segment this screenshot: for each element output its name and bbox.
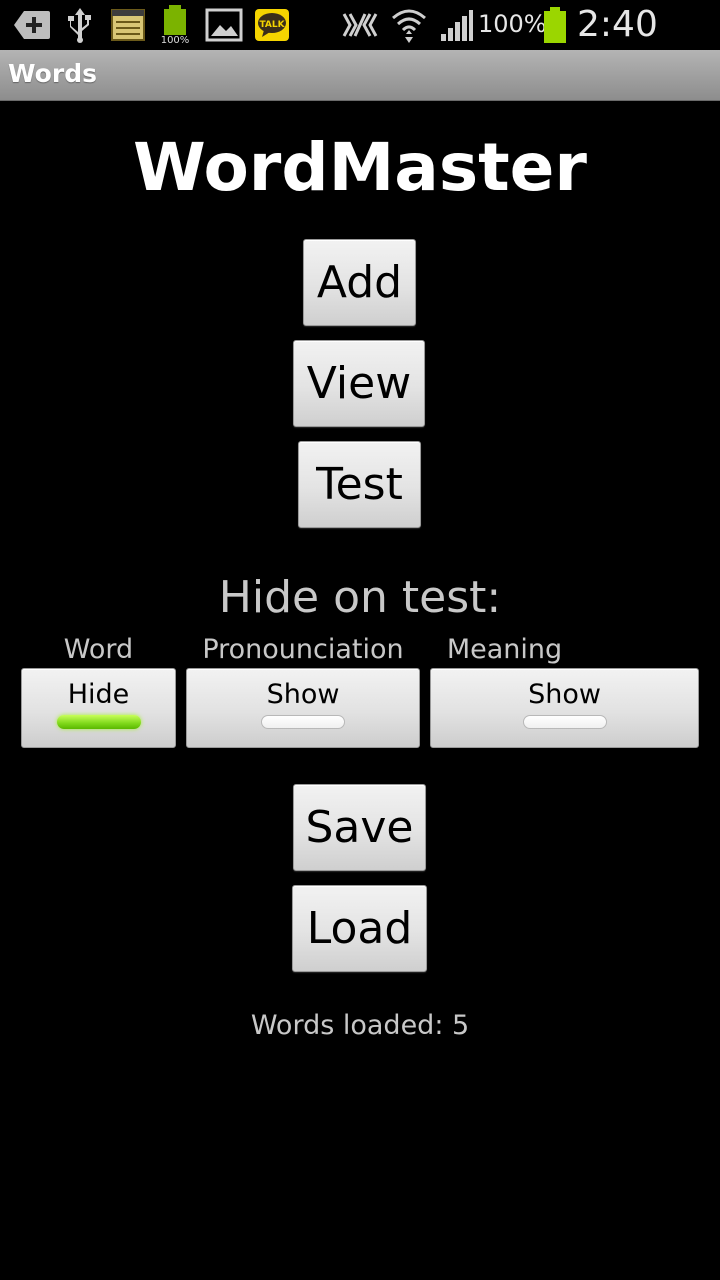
pronounciation-column-label: Pronounciation [202, 634, 404, 665]
toggle-indicator-on [56, 715, 141, 729]
battery-icon [542, 6, 568, 44]
words-loaded-status: Words loaded: 5 [250, 1010, 470, 1041]
word-column-label: Word [63, 634, 134, 665]
window-title: Words [8, 59, 97, 88]
wifi-icon [390, 6, 428, 44]
pronounciation-hide-toggle[interactable]: Show [186, 668, 420, 748]
talk-icon-text: TALK [259, 20, 285, 30]
signal-icon [440, 6, 474, 44]
load-button[interactable]: Load [292, 885, 427, 972]
meaning-toggle-text: Show [528, 679, 601, 710]
save-button[interactable]: Save [293, 784, 426, 871]
add-button[interactable]: Add [303, 239, 416, 326]
nfc-icon [340, 6, 380, 44]
test-button[interactable]: Test [298, 441, 421, 528]
usb-icon [64, 6, 96, 44]
toggle-indicator-off [261, 715, 345, 729]
meaning-column-label: Meaning [446, 634, 563, 665]
app-title: WordMaster [133, 129, 587, 206]
hide-on-test-label: Hide on test: [218, 572, 502, 623]
status-bar: 100% TALK 100% 2:40 [0, 0, 720, 86]
battery-full-notification-icon: 100% [158, 5, 194, 45]
image-icon [204, 6, 244, 44]
title-bar: Words [0, 50, 720, 101]
battery-percent: 100% [478, 10, 547, 38]
word-hide-toggle[interactable]: Hide [21, 668, 176, 748]
word-toggle-text: Hide [67, 679, 130, 710]
pronounciation-toggle-text: Show [266, 679, 340, 710]
meaning-hide-toggle[interactable]: Show [430, 668, 699, 748]
plus-icon [12, 6, 52, 44]
kakaotalk-icon: TALK [254, 6, 290, 44]
view-button[interactable]: View [293, 340, 425, 427]
battery-notification-text: 100% [161, 35, 190, 45]
screen: 100% TALK 100% 2:40 Words WordMaster Add… [0, 0, 720, 1280]
toggle-indicator-off [522, 715, 607, 729]
notes-icon [110, 6, 146, 44]
